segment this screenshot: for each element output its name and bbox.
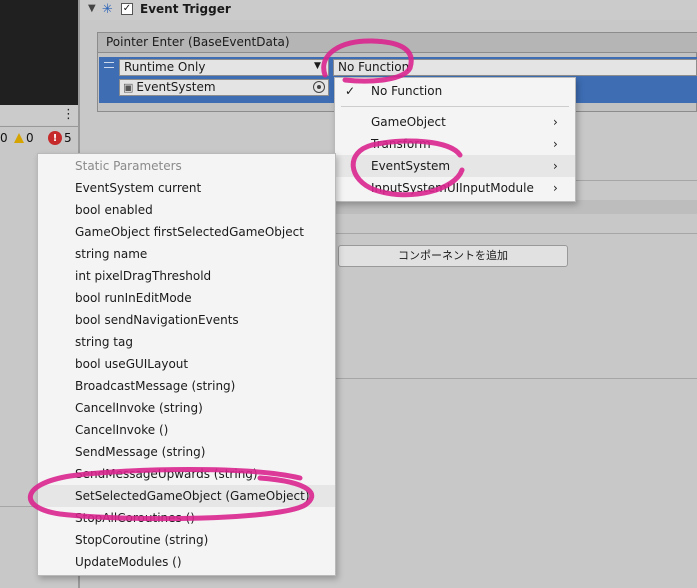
divider xyxy=(336,233,697,234)
more-options-icon[interactable]: ⋮ xyxy=(62,108,75,121)
menu-item[interactable]: SendMessageUpwards (string) xyxy=(38,463,335,485)
dropdown-arrow-icon: ▼ xyxy=(314,61,321,71)
event-trigger-icon: ✳ xyxy=(102,2,113,17)
function-menu: ✓ No Function GameObject › Transform › E… xyxy=(334,77,576,202)
menu-item-gameobject[interactable]: GameObject › xyxy=(335,111,575,133)
gameobject-cube-icon: ▣ xyxy=(123,81,134,94)
error-counter[interactable]: ! 5 xyxy=(48,131,72,145)
object-picker-icon[interactable] xyxy=(313,81,325,93)
warn-count: 0 xyxy=(0,131,8,145)
runtime-value: Runtime Only xyxy=(124,60,206,74)
chevron-right-icon: › xyxy=(553,137,558,151)
menu-item-no-function[interactable]: ✓ No Function xyxy=(335,80,575,102)
menu-item[interactable]: GameObject firstSelectedGameObject xyxy=(38,221,335,243)
menu-item[interactable]: string name xyxy=(38,243,335,265)
warning-counter[interactable]: 0 xyxy=(0,131,8,145)
menu-item[interactable]: CancelInvoke () xyxy=(38,419,335,441)
info-counter[interactable]: 0 xyxy=(14,131,34,145)
menu-item[interactable]: UpdateModules () xyxy=(38,551,335,573)
runtime-dropdown[interactable]: Runtime Only xyxy=(119,59,329,76)
menu-item[interactable]: BroadcastMessage (string) xyxy=(38,375,335,397)
error-icon: ! xyxy=(48,131,62,145)
menu-item[interactable]: EventSystem current xyxy=(38,177,335,199)
menu-item[interactable]: CancelInvoke (string) xyxy=(38,397,335,419)
menu-header-static-parameters: Static Parameters xyxy=(75,159,182,173)
add-component-button[interactable]: コンポーネントを追加 xyxy=(338,245,568,267)
component-title: Event Trigger xyxy=(140,2,231,16)
divider xyxy=(0,506,37,507)
function-value: No Function xyxy=(338,60,410,74)
menu-separator xyxy=(341,106,569,107)
menu-item[interactable]: SendMessage (string) xyxy=(38,441,335,463)
menu-item[interactable]: bool enabled xyxy=(38,199,335,221)
error-count: 5 xyxy=(64,131,72,145)
divider xyxy=(336,200,697,214)
drag-handle-icon[interactable] xyxy=(104,62,114,68)
eventsystem-submenu: Static Parameters EventSystem current bo… xyxy=(37,153,336,576)
menu-item[interactable]: int pixelDragThreshold xyxy=(38,265,335,287)
menu-item[interactable]: string tag xyxy=(38,331,335,353)
menu-item-transform[interactable]: Transform › xyxy=(335,133,575,155)
menu-item[interactable]: bool sendNavigationEvents xyxy=(38,309,335,331)
menu-item[interactable]: StopAllCoroutines () xyxy=(38,507,335,529)
menu-item[interactable]: StopCoroutine (string) xyxy=(38,529,335,551)
chevron-right-icon: › xyxy=(553,159,558,173)
chevron-right-icon: › xyxy=(553,115,558,129)
menu-item[interactable]: bool useGUILayout xyxy=(38,353,335,375)
target-object-value: EventSystem xyxy=(136,80,216,94)
menu-item[interactable]: bool runInEditMode xyxy=(38,287,335,309)
warning-icon xyxy=(14,133,24,143)
component-enabled-checkbox[interactable]: ✓ xyxy=(121,3,133,15)
menu-item-inputsystemuiinputmodule[interactable]: InputSystemUIInputModule › xyxy=(335,177,575,199)
divider xyxy=(336,378,697,379)
event-label: Pointer Enter (BaseEventData) xyxy=(106,35,290,49)
menu-item-setselectedgameobject[interactable]: SetSelectedGameObject (GameObject) xyxy=(38,485,335,507)
target-object-field[interactable]: ▣ EventSystem xyxy=(119,79,329,96)
menu-item-eventsystem[interactable]: EventSystem › xyxy=(335,155,575,177)
foldout-arrow-icon[interactable]: ▼ xyxy=(88,3,96,14)
chevron-right-icon: › xyxy=(553,181,558,195)
scene-hierarchy-panel xyxy=(0,0,78,105)
check-icon: ✓ xyxy=(345,84,356,98)
function-dropdown[interactable]: No Function xyxy=(333,59,697,76)
info-count: 0 xyxy=(26,131,34,145)
